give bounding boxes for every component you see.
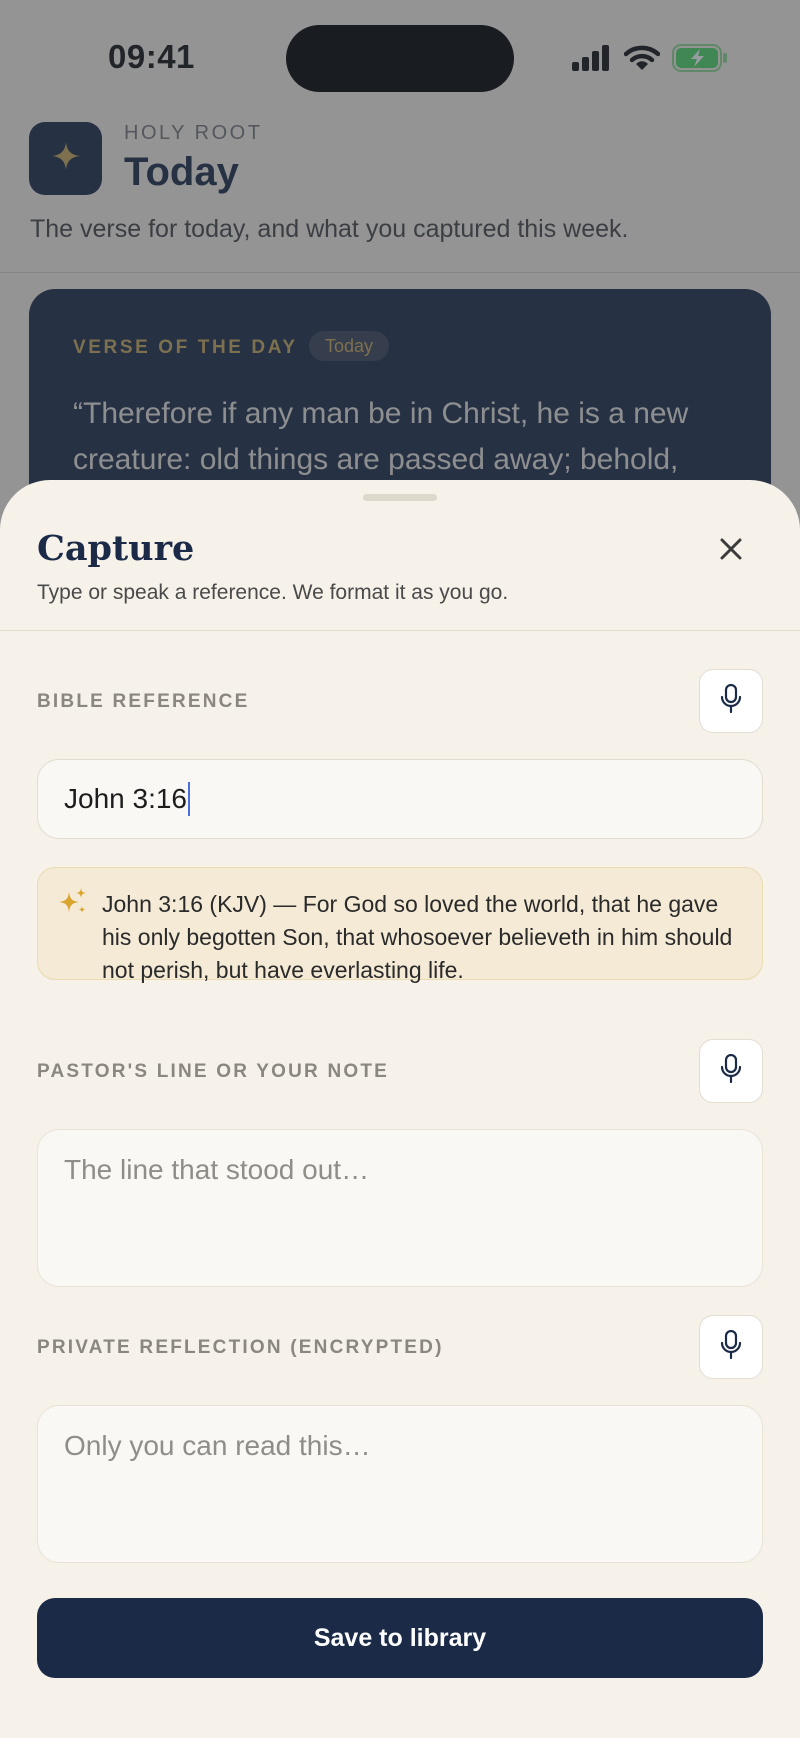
sparkles-icon: [58, 888, 88, 923]
bible-reference-value: John 3:16: [64, 783, 187, 814]
sheet-subtitle: Type or speak a reference. We format it …: [37, 581, 509, 604]
verse-suggestion[interactable]: John 3:16 (KJV) — For God so loved the w…: [37, 867, 763, 983]
reflection-mic-button[interactable]: [699, 1315, 763, 1379]
bible-reference-input[interactable]: John 3:16: [37, 759, 763, 839]
note-textarea[interactable]: The line that stood out…: [37, 1129, 763, 1287]
microphone-icon: [720, 1053, 742, 1089]
microphone-icon: [720, 683, 742, 719]
close-button[interactable]: [712, 532, 750, 570]
suggestion-text: John 3:16 (KJV) — For God so loved the w…: [102, 891, 733, 983]
reference-mic-button[interactable]: [699, 669, 763, 733]
note-mic-button[interactable]: [699, 1039, 763, 1103]
sheet-grabber[interactable]: [363, 494, 437, 501]
microphone-icon: [720, 1329, 742, 1365]
sheet-title: Capture: [37, 528, 195, 569]
save-to-library-button[interactable]: Save to library: [37, 1598, 763, 1678]
bible-reference-label: BIBLE REFERENCE: [37, 691, 250, 712]
close-icon: [719, 537, 743, 566]
note-placeholder: The line that stood out…: [64, 1154, 370, 1185]
reflection-placeholder: Only you can read this…: [64, 1430, 371, 1461]
reflection-textarea[interactable]: Only you can read this…: [37, 1405, 763, 1563]
sheet-divider: [0, 630, 800, 631]
reflection-label: PRIVATE REFLECTION (ENCRYPTED): [37, 1337, 444, 1358]
text-caret: [188, 782, 190, 816]
note-label: PASTOR'S LINE OR YOUR NOTE: [37, 1061, 390, 1082]
capture-sheet: Capture Type or speak a reference. We fo…: [0, 480, 800, 1738]
